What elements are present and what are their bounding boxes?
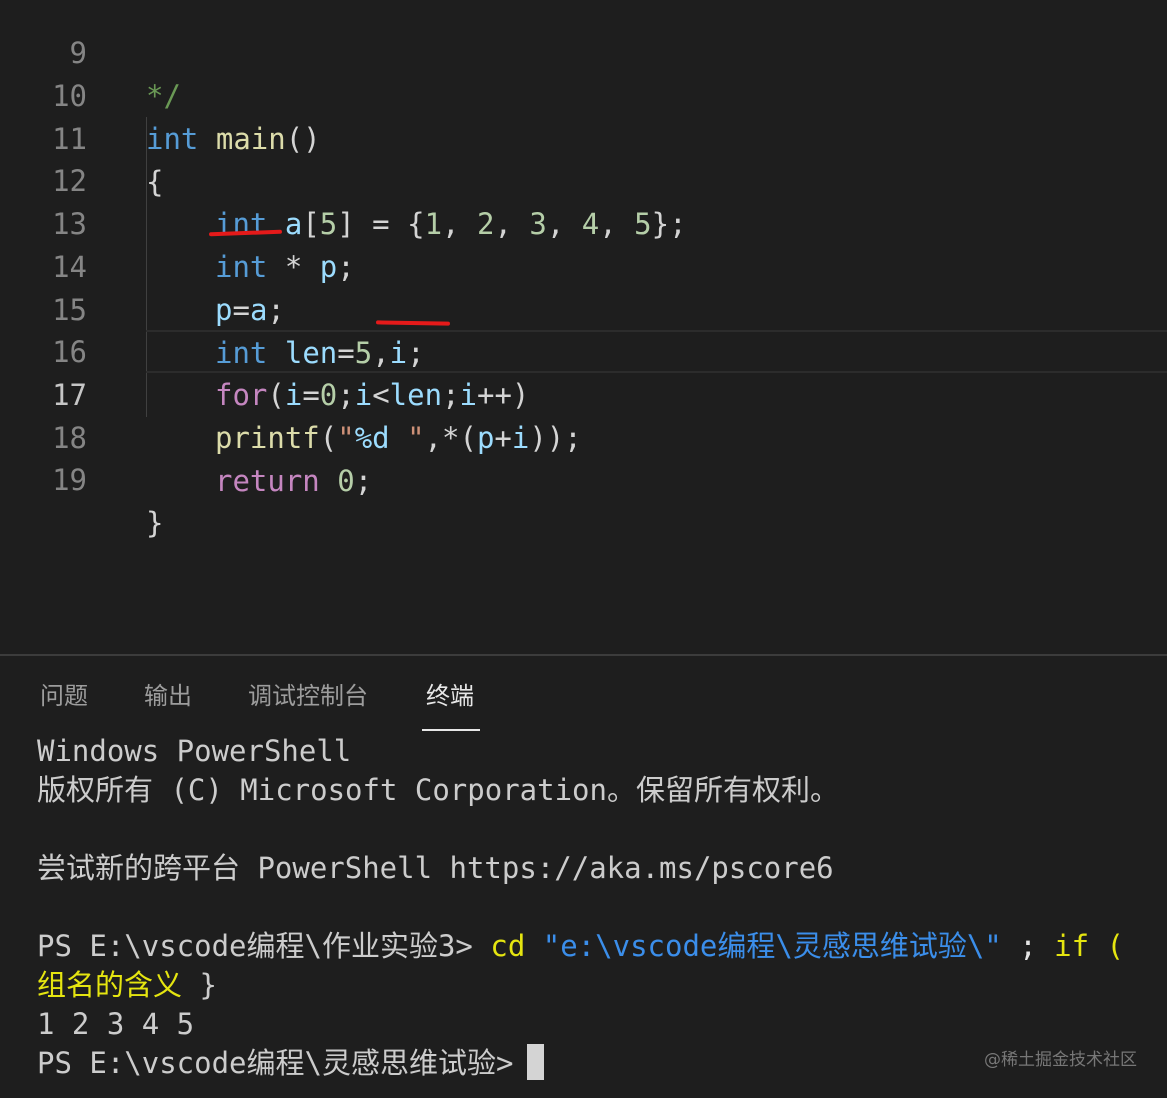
code-line-19[interactable]: 19 } bbox=[0, 416, 1167, 540]
active-tab-indicator bbox=[422, 729, 480, 731]
terminal-cursor bbox=[527, 1044, 545, 1080]
terminal-text: 组名的含义 bbox=[37, 968, 183, 1002]
code-line-18[interactable]: 18 return 0; bbox=[0, 374, 1167, 498]
terminal-prompt: PS E:\vscode编程\作业实验3> bbox=[37, 929, 473, 963]
code-text: } bbox=[146, 502, 163, 545]
tab-terminal[interactable]: 终端 bbox=[426, 680, 474, 712]
terminal-program-output: 1 2 3 4 5 bbox=[37, 1007, 195, 1041]
number-token: 0 bbox=[337, 464, 355, 498]
brace-token: } bbox=[146, 506, 164, 540]
terminal-command-arg: "e:\vscode编程\灵感思维试验\" bbox=[542, 929, 1002, 963]
terminal-prompt: PS E:\vscode编程\灵感思维试验> bbox=[37, 1046, 514, 1080]
tab-debug-console[interactable]: 调试控制台 bbox=[248, 680, 368, 712]
code-line-12[interactable]: 12 int a[5] = {1, 2, 3, 4, 5}; bbox=[0, 117, 1167, 241]
line-number: 19 bbox=[52, 463, 87, 497]
terminal-if-keyword: if ( bbox=[1054, 929, 1124, 963]
terminal-line: 版权所有 (C) Microsoft Corporation。保留所有权利。 bbox=[37, 773, 839, 807]
punct-token: ; bbox=[354, 464, 373, 498]
terminal-separator: ; bbox=[1019, 929, 1037, 963]
code-editor[interactable]: 9 */ 10 int main() 11 { 12 int a[5] = {1… bbox=[0, 0, 1167, 654]
control-keyword-token: return bbox=[215, 464, 320, 498]
terminal-line: 尝试新的跨平台 PowerShell https://aka.ms/pscore… bbox=[37, 851, 834, 885]
terminal-line: Windows PowerShell bbox=[37, 734, 352, 768]
terminal-text: } bbox=[199, 968, 217, 1002]
code-line-9[interactable]: 9 */ bbox=[0, 0, 1167, 113]
code-line-13[interactable]: 13 int * p; bbox=[0, 160, 1167, 284]
terminal-command: cd bbox=[490, 929, 526, 963]
bottom-panel: 问题 输出 调试控制台 终端 Windows PowerShell 版权所有 (… bbox=[0, 654, 1167, 1098]
code-line-15[interactable]: 15 int len=5,i; bbox=[0, 246, 1167, 370]
code-line-14[interactable]: 14 p=a; bbox=[0, 203, 1167, 327]
code-line-17[interactable]: 17 printf("%d ",*(p+i)); bbox=[0, 331, 1167, 455]
tab-problems[interactable]: 问题 bbox=[40, 680, 88, 712]
code-line-16[interactable]: 16 for(i=0;i<len;i++) bbox=[0, 288, 1167, 412]
tab-output[interactable]: 输出 bbox=[144, 680, 192, 712]
code-line-11[interactable]: 11 { bbox=[0, 75, 1167, 199]
terminal-line: 组名的含义 } bbox=[37, 966, 217, 1005]
code-line-10[interactable]: 10 int main() bbox=[0, 32, 1167, 156]
terminal-command-line: PS E:\vscode编程\作业实验3> cd "e:\vscode编程\灵感… bbox=[37, 927, 1167, 966]
code-text: return 0; bbox=[215, 460, 372, 503]
terminal-prompt-line: PS E:\vscode编程\灵感思维试验> bbox=[37, 1044, 545, 1083]
watermark: @稀土掘金技术社区 bbox=[984, 1050, 1137, 1070]
